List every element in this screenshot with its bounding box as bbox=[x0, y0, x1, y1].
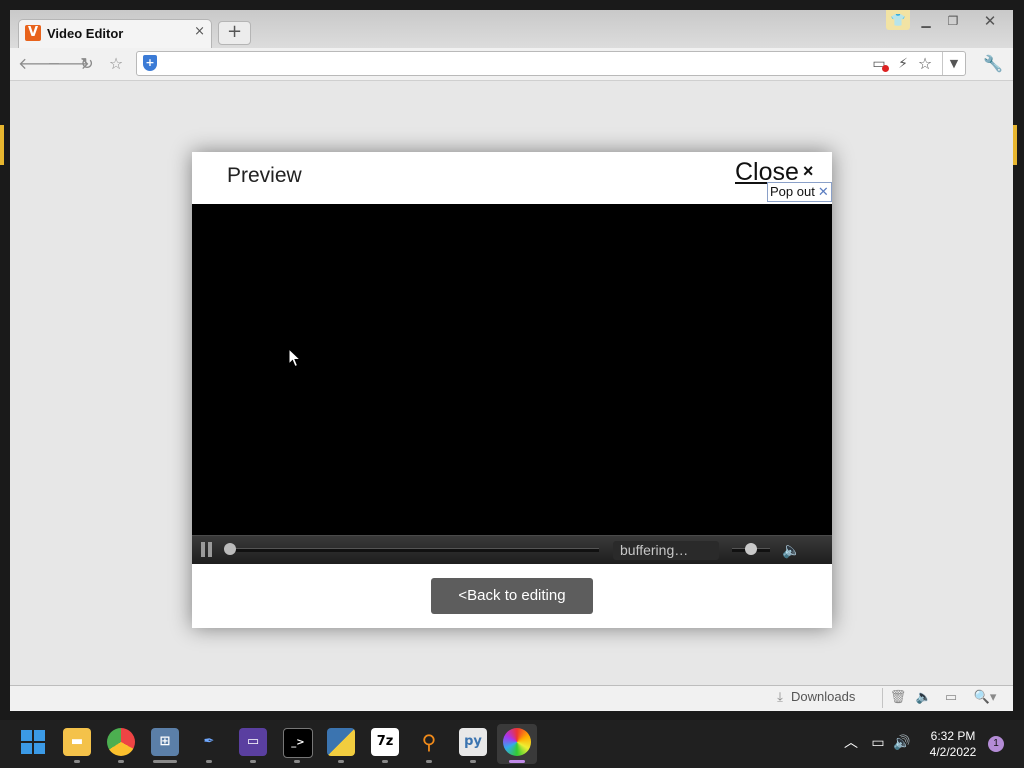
page-content: Preview Close × Pop out ✕ buffering… 🔈 <Ba… bbox=[0, 81, 1017, 685]
taskbar-indicator bbox=[470, 760, 476, 763]
favicon-icon: V bbox=[25, 25, 41, 41]
minimize-icon[interactable]: ▁ bbox=[914, 12, 938, 30]
dialog-title: Preview bbox=[227, 164, 302, 187]
back-arrow-icon[interactable]: 🡐 bbox=[18, 53, 61, 75]
pop-out-close-icon[interactable]: ✕ bbox=[818, 184, 829, 199]
downloads-divider bbox=[882, 688, 883, 708]
window-icon[interactable]: ▭ bbox=[941, 689, 961, 707]
tab-strip: V Video Editor × + 👕 ▁ ❐ ✕ bbox=[10, 10, 1013, 48]
pause-icon[interactable] bbox=[201, 542, 213, 558]
taskbar-indicator bbox=[250, 760, 256, 763]
pen-icon[interactable]: ✒ bbox=[195, 728, 223, 756]
taskbar-indicator bbox=[426, 760, 432, 763]
taskbar-indicator bbox=[153, 760, 177, 763]
pop-out-label: Pop out bbox=[770, 184, 815, 199]
taskbar-indicator bbox=[74, 760, 80, 763]
speaker-icon[interactable]: 🔈 bbox=[914, 689, 934, 707]
browser-toolbar: 🡐 🡒 ↻ ☆ + ▭ ⚡ ☆ ▼ 🔧 bbox=[10, 48, 1013, 81]
tab-title: Video Editor bbox=[47, 26, 124, 41]
downloads-label[interactable]: Downloads bbox=[791, 689, 855, 704]
clock[interactable]: 6:32 PM 4/2/2022 bbox=[918, 728, 988, 760]
seek-bar[interactable] bbox=[227, 548, 599, 552]
taskbar-indicator bbox=[338, 760, 344, 763]
restore-icon[interactable]: ❐ bbox=[941, 12, 965, 30]
trash-icon[interactable]: 🗑 bbox=[888, 689, 908, 707]
clock-time: 6:32 PM bbox=[930, 729, 976, 743]
dropdown-icon[interactable]: ▼ bbox=[944, 54, 964, 74]
taskbar-indicator bbox=[206, 760, 212, 763]
mouse-cursor-icon bbox=[288, 348, 302, 368]
address-bar[interactable]: + ▭ ⚡ ☆ ▼ bbox=[136, 51, 966, 76]
downloads-bar: ⤓ Downloads 🗑 🔈 ▭ 🔍▾ bbox=[10, 685, 1013, 711]
network-icon[interactable]: ▭ bbox=[869, 734, 887, 752]
wrench-icon[interactable]: 🔧 bbox=[978, 52, 1008, 76]
blocked-badge-icon bbox=[882, 65, 889, 72]
dropdown-divider bbox=[942, 52, 943, 75]
pop-out-tooltip[interactable]: Pop out ✕ bbox=[767, 182, 832, 202]
zoom-icon[interactable]: 🔍▾ bbox=[970, 689, 1000, 707]
player-controls: buffering… 🔈 bbox=[192, 535, 832, 564]
close-icon: × bbox=[802, 161, 814, 181]
clock-date: 4/2/2022 bbox=[929, 745, 977, 759]
taskbar-indicator bbox=[294, 760, 300, 763]
notification-badge[interactable]: 1 bbox=[988, 736, 1004, 752]
download-icon[interactable]: ⤓ bbox=[770, 689, 790, 707]
speaker-icon[interactable]: 🔈 bbox=[782, 539, 804, 561]
browser-window: V Video Editor × + 👕 ▁ ❐ ✕ 🡐 🡒 ↻ ☆ + ▭ ⚡… bbox=[0, 10, 1017, 711]
taskbar-indicator-active bbox=[509, 760, 525, 763]
network-app-icon[interactable]: ⊞ bbox=[151, 728, 179, 756]
seek-handle[interactable] bbox=[224, 543, 236, 555]
shield-icon: + bbox=[143, 55, 157, 71]
star-icon[interactable]: ☆ bbox=[915, 54, 935, 74]
vr-app-icon[interactable]: ▭ bbox=[239, 728, 267, 756]
theme-icon[interactable]: 👕 bbox=[886, 10, 910, 30]
taskbar-indicator bbox=[382, 760, 388, 763]
volume-icon[interactable]: 🔊 bbox=[893, 734, 911, 752]
tab-close-icon[interactable]: × bbox=[194, 24, 205, 39]
color-wheel-app-icon[interactable] bbox=[503, 728, 531, 756]
terminal-icon[interactable]: _> bbox=[283, 728, 313, 758]
taskbar-indicator bbox=[118, 760, 124, 763]
page-accent-right bbox=[1013, 125, 1017, 165]
reload-icon[interactable]: ↻ bbox=[76, 53, 98, 75]
player-status: buffering… bbox=[613, 541, 719, 560]
back-to-editing-button[interactable]: <Back to editing bbox=[431, 578, 593, 614]
new-tab-button[interactable]: + bbox=[218, 21, 251, 45]
volume-handle[interactable] bbox=[745, 543, 757, 555]
7zip-icon[interactable]: 7z bbox=[371, 728, 399, 756]
close-icon[interactable]: ✕ bbox=[978, 12, 1002, 30]
forward-arrow-icon[interactable]: 🡒 bbox=[47, 53, 90, 75]
start-icon[interactable] bbox=[19, 728, 47, 756]
chevron-up-icon[interactable]: ︿ bbox=[842, 734, 860, 752]
taskbar: ▬ ⊞ ✒ ▭ _> 7z ⚲ py ︿ ▭ 🔊 6:32 PM 4/2/202… bbox=[0, 720, 1024, 768]
bookmark-star-icon[interactable]: ☆ bbox=[105, 53, 127, 75]
page-accent-left bbox=[0, 125, 4, 165]
preview-dialog: Preview Close × Pop out ✕ buffering… 🔈 <Ba… bbox=[192, 152, 832, 628]
python-file-icon[interactable]: py bbox=[459, 728, 487, 756]
lightning-icon[interactable]: ⚡ bbox=[893, 54, 913, 74]
tab-video-editor[interactable]: V Video Editor × bbox=[18, 19, 212, 48]
file-explorer-icon[interactable]: ▬ bbox=[63, 728, 91, 756]
search-tool-icon[interactable]: ⚲ bbox=[415, 728, 443, 756]
chrome-icon[interactable] bbox=[107, 728, 135, 756]
python-icon[interactable] bbox=[327, 728, 355, 756]
video-player[interactable] bbox=[192, 204, 832, 535]
